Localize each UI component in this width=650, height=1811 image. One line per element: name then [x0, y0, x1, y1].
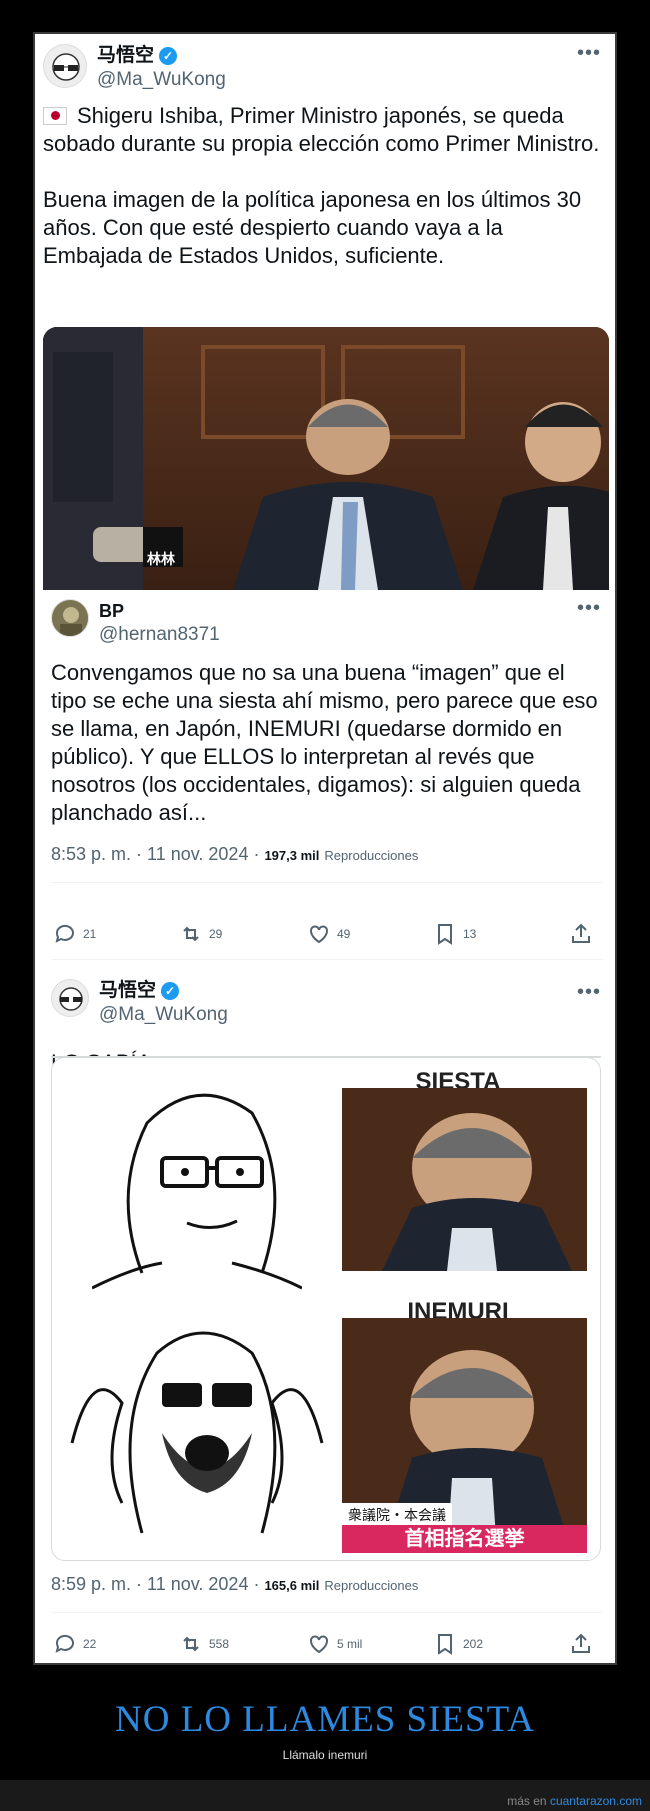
bookmark-button[interactable]: 13 — [433, 922, 569, 946]
avatar[interactable] — [51, 979, 89, 1017]
display-name[interactable]: BP — [99, 599, 220, 623]
meme-image[interactable]: SIESTA INEMURI 衆議院・本会議 首相指名選挙 — [51, 1057, 601, 1561]
verified-badge-icon: ✓ — [159, 47, 178, 65]
wojak-drawing — [92, 1093, 302, 1290]
caption-top: 衆議院・本会議 — [342, 1503, 452, 1527]
bp-avatar-icon — [52, 600, 88, 636]
tweet1-photo[interactable]: 林林 — [43, 327, 609, 590]
display-name[interactable]: 马悟空 — [97, 44, 154, 68]
post-subtitle: Llámalo inemuri — [282, 1748, 368, 1762]
tweet1-header: 马悟空 ✓ @Ma_WuKong — [43, 44, 226, 92]
display-name[interactable]: 马悟空 — [99, 979, 156, 1003]
view-count: 165,6 mil — [264, 1578, 320, 1593]
bookmark-icon — [438, 1634, 452, 1655]
heart-icon — [310, 925, 328, 944]
timestamp[interactable]: 8:59 p. m. · 11 nov. 2024 · — [51, 1574, 264, 1594]
more-options-icon[interactable]: ••• — [577, 981, 601, 1004]
avatar[interactable] — [51, 599, 89, 637]
like-button[interactable]: 49 — [307, 922, 433, 946]
bookmark-icon — [438, 924, 452, 945]
divider — [51, 959, 603, 960]
handle[interactable]: @hernan8371 — [99, 623, 220, 647]
tweet3-header: 马悟空 ✓ @Ma_WuKong — [51, 979, 228, 1027]
tweet2-meta: 8:53 p. m. · 11 nov. 2024 · 197,3 mil Re… — [51, 844, 418, 865]
tweet1-text: Shigeru Ishiba, Primer Ministro japonés,… — [43, 103, 600, 268]
photo-overlay-text: 林林 — [147, 551, 175, 567]
screenshot-frame: 马悟空 ✓ @Ma_WuKong ••• Shigeru Ishiba, Prim… — [33, 32, 617, 1665]
retweet-button[interactable]: 29 — [179, 922, 307, 946]
reply-button[interactable]: 21 — [53, 922, 179, 946]
post-title: NO LO LLAMES SIESTA — [115, 1699, 535, 1740]
bookmark-button[interactable]: 202 — [433, 1632, 569, 1656]
like-button[interactable]: 5 mil — [307, 1632, 433, 1656]
share-button[interactable] — [569, 1632, 593, 1656]
timestamp[interactable]: 8:53 p. m. · 11 nov. 2024 · — [51, 844, 264, 864]
share-button[interactable] — [569, 922, 593, 946]
retweet-icon — [183, 926, 199, 942]
share-icon — [572, 1633, 590, 1653]
share-icon — [572, 923, 590, 943]
handle[interactable]: @Ma_WuKong — [97, 68, 226, 92]
tweet3-meta: 8:59 p. m. · 11 nov. 2024 · 165,6 mil Re… — [51, 1574, 418, 1595]
tweet3-actions: 22 558 5 mil 202 — [53, 1632, 603, 1656]
retweet-button[interactable]: 558 — [179, 1632, 307, 1656]
avatar[interactable] — [43, 44, 87, 88]
more-options-icon[interactable]: ••• — [577, 597, 601, 620]
reply-icon — [55, 924, 74, 943]
wukong-avatar-icon — [52, 53, 80, 81]
caption-bottom: 首相指名選挙 — [342, 1525, 587, 1553]
soyjak-drawing — [70, 1331, 324, 1534]
tweet2-text: Convengamos que no sa una buena “imagen”… — [51, 660, 604, 825]
siesta-photo-drawing — [382, 1113, 572, 1271]
site-link[interactable]: cuantarazon.com — [550, 1794, 642, 1808]
sleeping-minister-photo — [43, 327, 609, 590]
more-options-icon[interactable]: ••• — [577, 42, 601, 65]
retweet-icon — [183, 1636, 199, 1652]
wukong-avatar-icon — [59, 987, 83, 1011]
site-credit: más en cuantarazon.com — [507, 1794, 642, 1808]
inemuri-photo: 衆議院・本会議 首相指名選挙 — [342, 1318, 587, 1553]
handle[interactable]: @Ma_WuKong — [99, 1003, 228, 1027]
reply-icon — [55, 1634, 74, 1653]
divider — [51, 882, 603, 883]
views-label: Reproducciones — [324, 848, 419, 863]
views-label: Reproducciones — [324, 1578, 419, 1593]
view-count: 197,3 mil — [264, 848, 320, 863]
reply-button[interactable]: 22 — [53, 1632, 179, 1656]
tweet2-header: BP @hernan8371 — [51, 599, 220, 647]
siesta-photo — [342, 1088, 587, 1271]
tweet2-actions: 21 29 49 13 — [53, 922, 603, 946]
verified-badge-icon: ✓ — [161, 982, 180, 1000]
heart-icon — [310, 1635, 328, 1654]
divider — [51, 1612, 603, 1613]
